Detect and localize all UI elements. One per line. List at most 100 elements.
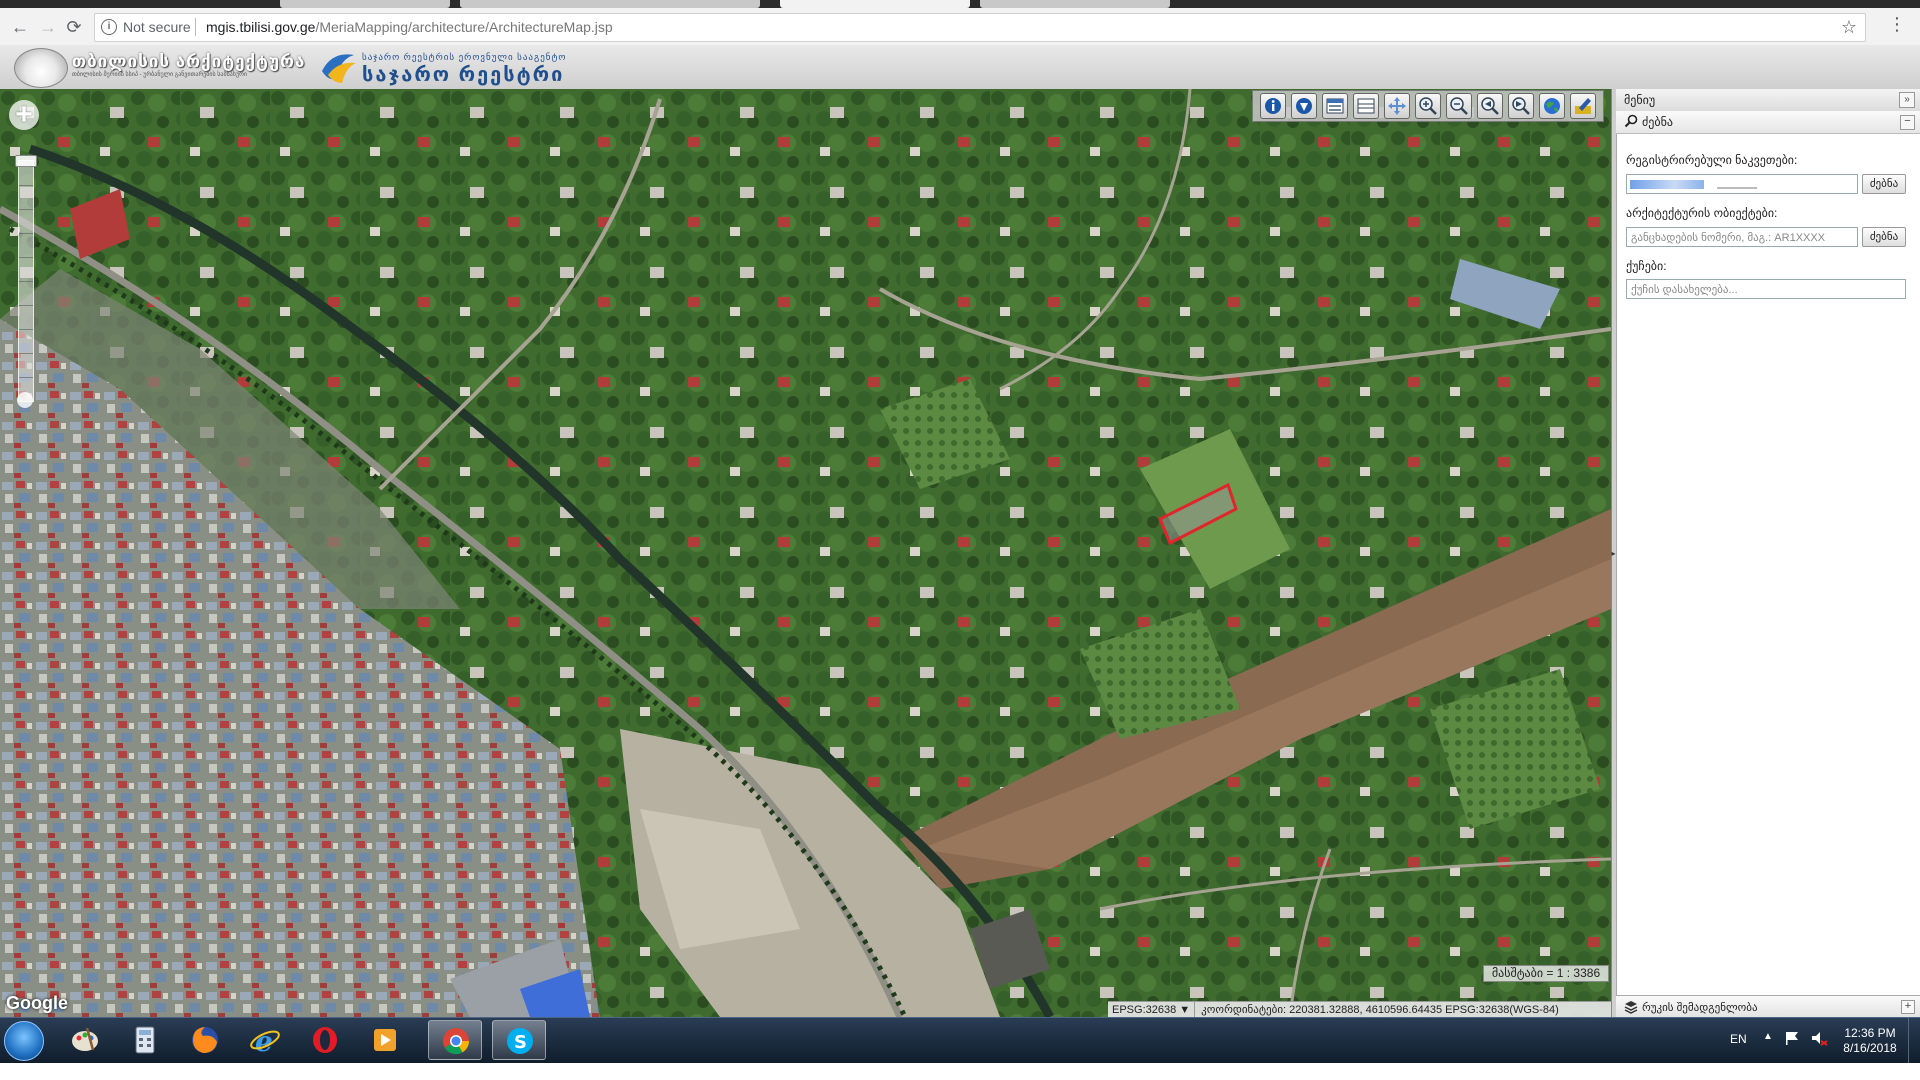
map-layers-section-header[interactable]: რუკის შემადგენლობა + <box>1616 995 1920 1018</box>
pencil-icon <box>1575 98 1592 114</box>
zoom-tick <box>19 233 33 234</box>
zoom-tick <box>19 185 33 186</box>
zoom-out-tool[interactable] <box>1446 93 1472 119</box>
public-registry-title: საჯარო რეესტრი <box>362 64 565 86</box>
show-desktop-button[interactable] <box>1908 1018 1920 1063</box>
search-section-header[interactable]: ძებნა − <box>1616 111 1920 134</box>
map-layers-title: რუკის შემადგენლობა <box>1642 1002 1758 1014</box>
clock[interactable]: 12:36 PM 8/16/2018 <box>1840 1026 1900 1056</box>
browser-tab[interactable] <box>460 0 760 8</box>
address-separator <box>195 18 196 36</box>
forward-button[interactable]: → <box>36 15 60 39</box>
browser-tab[interactable] <box>980 0 1170 8</box>
info-icon[interactable]: i <box>101 19 117 35</box>
taskbar-internet-explorer[interactable]: e <box>238 1020 292 1060</box>
paint-icon <box>72 1027 98 1051</box>
zoom-prev-icon <box>1481 97 1499 115</box>
public-registry-logo-icon[interactable] <box>318 49 358 85</box>
zoom-tick <box>19 353 33 354</box>
svg-text:e: e <box>255 1025 273 1056</box>
zoom-tick <box>19 377 33 378</box>
zoom-tick <box>19 209 33 210</box>
taskbar-chrome[interactable] <box>428 1020 482 1060</box>
start-button-icon[interactable] <box>4 1021 44 1061</box>
url-host: mgis.tbilisi.gov.ge <box>206 19 316 35</box>
taskbar-firefox[interactable] <box>178 1020 232 1060</box>
browser-tab-strip <box>0 0 1920 8</box>
bookmark-star-icon[interactable]: ☆ <box>1841 17 1857 38</box>
projection-select[interactable]: EPSG:32638 ▼ <box>1108 1002 1196 1018</box>
expand-layers-button[interactable]: + <box>1901 1000 1915 1014</box>
street-search-input[interactable]: ქუჩის დასახელება... <box>1626 279 1906 299</box>
zoom-in-icon <box>1419 97 1437 115</box>
architecture-objects-label: არქიტექტურის ობიექტები: <box>1626 206 1778 220</box>
volume-muted-icon[interactable] <box>1810 1030 1828 1046</box>
zoom-out-icon <box>1450 97 1468 115</box>
tbilisi-architecture-subtitle: თბილისის მერიის სსიპ - ურბანული განვითარ… <box>72 72 247 78</box>
taskbar-paint[interactable] <box>58 1020 112 1060</box>
browser-tab[interactable] <box>280 0 450 8</box>
print-tool[interactable] <box>1570 93 1597 119</box>
tbilisi-architecture-title: თბილისის არქიტექტურა <box>72 52 306 71</box>
zoom-tick <box>19 257 33 258</box>
layers-icon <box>1326 98 1344 114</box>
pin-icon <box>1295 98 1312 114</box>
taskbar-opera[interactable] <box>298 1020 352 1060</box>
show-hidden-icons-arrow-icon[interactable]: ▲ <box>1763 1031 1773 1042</box>
browser-tab-active[interactable] <box>780 0 970 8</box>
zoom-tick <box>19 281 33 282</box>
taskbar-calculator[interactable] <box>118 1020 172 1060</box>
clock-time: 12:36 PM <box>1844 1026 1896 1040</box>
zoom-in-tool[interactable] <box>1414 93 1441 119</box>
full-extent-tool[interactable] <box>1539 93 1566 119</box>
layers-tool[interactable] <box>1321 93 1348 119</box>
taskbar-skype[interactable]: S <box>492 1020 546 1060</box>
zoom-out-button[interactable] <box>17 392 33 408</box>
reload-button[interactable]: ⟳ <box>62 15 86 39</box>
table-icon <box>1357 98 1375 114</box>
search-icon <box>1624 114 1638 128</box>
satellite-map[interactable] <box>0 89 1611 1017</box>
clock-date: 8/16/2018 <box>1843 1041 1897 1055</box>
coordinates-readout: კოორდინატები: 220381.32888, 4610596.6443… <box>1201 1004 1559 1016</box>
info-tool[interactable] <box>1259 93 1286 119</box>
identify-tool[interactable] <box>1290 93 1317 119</box>
map-toolbar <box>1252 90 1604 122</box>
zoom-next-tool[interactable] <box>1508 93 1535 119</box>
cadastral-search-button[interactable]: ძებნა <box>1862 174 1906 194</box>
url-path: /MeriaMapping/architecture/ArchitectureM… <box>315 19 613 35</box>
zoom-in-button[interactable]: + <box>9 100 39 130</box>
collapse-search-button[interactable]: − <box>1900 115 1915 130</box>
action-center-flag-icon[interactable] <box>1784 1030 1800 1046</box>
zoom-next-icon <box>1512 97 1531 115</box>
legend-tool[interactable] <box>1352 93 1379 119</box>
layers-stack-icon <box>1624 1001 1638 1014</box>
architecture-search-button[interactable]: ძებნა <box>1862 227 1906 247</box>
back-button[interactable]: ← <box>8 15 32 39</box>
taskbar-media-player[interactable] <box>358 1020 412 1060</box>
svg-text:S: S <box>514 1032 527 1053</box>
search-section-title: ძებნა <box>1642 115 1673 129</box>
cadastral-code-input[interactable] <box>1626 174 1858 194</box>
security-label: Not secure <box>123 19 191 35</box>
globe-icon <box>1544 98 1561 114</box>
map-scale: მასშტაბი = 1 : 3386 <box>1483 965 1609 982</box>
address-bar[interactable]: i Not secure mgis.tbilisi.gov.ge/MeriaMa… <box>94 13 1866 42</box>
browser-toolbar: ← → ⟳ i Not secure mgis.tbilisi.gov.ge/M… <box>0 8 1920 46</box>
zoom-previous-tool[interactable] <box>1477 93 1504 119</box>
architecture-object-input[interactable]: განცხადების ნომერი, მაგ.: AR1XXXX <box>1626 227 1858 247</box>
pan-tool[interactable] <box>1383 93 1410 119</box>
menu-panel-header: მენიუ » <box>1616 89 1920 112</box>
zoom-slider[interactable] <box>18 160 34 402</box>
browser-menu-icon[interactable]: ⋮ <box>1888 14 1906 35</box>
url-text[interactable]: mgis.tbilisi.gov.ge/MeriaMapping/archite… <box>206 19 613 35</box>
collapse-panel-button[interactable]: » <box>1899 92 1915 108</box>
coordinates-bar: EPSG:32638 ▼ კოორდინატები: 220381.32888,… <box>1108 1001 1611 1018</box>
zoom-tick <box>19 329 33 330</box>
tbilisi-architecture-logo-icon[interactable] <box>14 48 68 88</box>
firefox-icon <box>192 1027 218 1053</box>
zoom-slider-handle[interactable] <box>15 155 37 167</box>
pan-arrows-icon <box>1387 97 1406 115</box>
language-indicator[interactable]: EN <box>1730 1032 1747 1046</box>
streets-label: ქუჩები: <box>1626 259 1667 273</box>
